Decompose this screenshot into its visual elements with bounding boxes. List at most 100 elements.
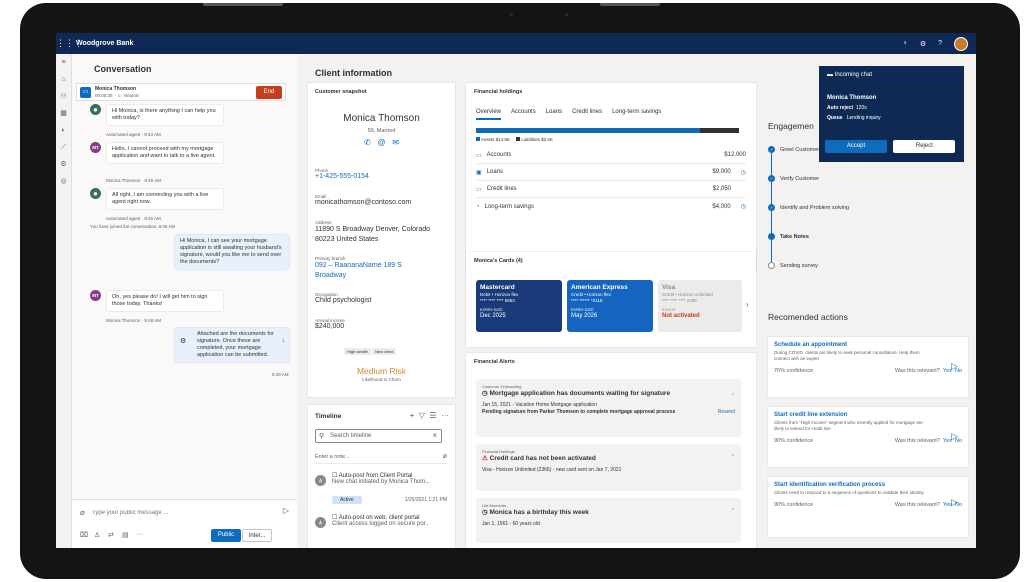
client-age: 59, Married bbox=[367, 128, 396, 134]
attachment-bubble[interactable]: ⚙ Attached are the documents for signatu… bbox=[174, 327, 290, 363]
tab-credit-lines[interactable]: Credit lines bbox=[572, 109, 602, 120]
timeline-item-title[interactable]: ☐ Auto-post on web: client portal bbox=[332, 514, 429, 521]
tab-overview[interactable]: Overview bbox=[476, 109, 502, 120]
holdings-row[interactable]: ▭ Credit lines $2,050 bbox=[476, 181, 746, 198]
alert-item[interactable]: Life Moments ◷ Monica has a birthday thi… bbox=[476, 498, 741, 543]
holdings-row[interactable]: ◔ Long-term savings $4,000 ◷ bbox=[476, 198, 746, 215]
search-placeholder: Search timeline bbox=[330, 433, 372, 439]
holdings-row[interactable]: ▭ Accounts $12,000 bbox=[476, 147, 746, 164]
popup-title: Incoming chat bbox=[834, 72, 873, 78]
holdings-title: Financial holdings bbox=[474, 89, 523, 95]
payment-card[interactable]: Mastercard Debit • Horizon flex **** **** … bbox=[476, 280, 562, 332]
person-icon[interactable]: ♙ bbox=[94, 531, 100, 539]
payment-card[interactable]: American Express Credit • Horizon flex ***… bbox=[567, 280, 653, 332]
mail-icon[interactable]: ✉ bbox=[392, 138, 399, 147]
at-icon[interactable]: @ bbox=[377, 138, 385, 147]
tab-loans[interactable]: Loans bbox=[546, 109, 562, 120]
download-icon[interactable]: ↓ bbox=[282, 337, 286, 344]
alert-item[interactable]: Financial Holdings ⚠ Credit card has not… bbox=[476, 444, 741, 491]
attach-icon[interactable]: ⌀ bbox=[443, 452, 447, 460]
more-icon[interactable]: ··· bbox=[136, 531, 143, 538]
chevron-right-icon[interactable]: › bbox=[746, 300, 749, 309]
notes-icon[interactable]: ▤ bbox=[122, 531, 129, 539]
resend-link[interactable]: Resend bbox=[718, 409, 735, 416]
reject-button[interactable]: Reject bbox=[893, 140, 956, 153]
caller-name: Monica Thomson bbox=[95, 86, 137, 92]
phone-value[interactable]: +1-425-555-0154 bbox=[315, 173, 369, 180]
timeline-avatar: ♙ bbox=[315, 517, 326, 528]
pending-step-icon bbox=[768, 262, 775, 269]
send-icon[interactable]: ▷ bbox=[283, 506, 289, 515]
queue-value: Lending inquiry bbox=[846, 115, 881, 121]
holdings-row[interactable]: ▣ Loans $9,000 ◷ bbox=[476, 164, 746, 181]
engagement-title: Engagemen bbox=[768, 121, 814, 131]
savings-icon: ◔ bbox=[476, 203, 480, 210]
branch-value[interactable]: 092 – RaananaName 189 S Broadway bbox=[315, 261, 415, 281]
avatar[interactable] bbox=[954, 36, 968, 51]
message-input[interactable] bbox=[92, 506, 262, 520]
more-icon[interactable]: ··· bbox=[441, 411, 449, 420]
user-avatar: MT bbox=[90, 142, 101, 153]
client-info-title: Client information bbox=[315, 68, 392, 78]
send-icon: ▷ bbox=[951, 431, 958, 441]
info-icon: ◷ bbox=[740, 169, 746, 176]
paperclip-icon[interactable]: ⌀ bbox=[80, 508, 85, 517]
settings-icon[interactable]: ⚙ bbox=[56, 156, 71, 173]
conversation-title: Conversation bbox=[94, 64, 152, 74]
add-icon[interactable]: + bbox=[410, 411, 415, 420]
recommendation-card[interactable]: Start credit line extension Clients from… bbox=[768, 407, 968, 467]
internal-toggle[interactable]: Inter... bbox=[242, 529, 272, 542]
chat-icon: ▭ bbox=[80, 87, 91, 98]
chevron-up-icon: ⌃ bbox=[730, 508, 735, 514]
engagement-step[interactable]: Sending survey bbox=[768, 262, 818, 269]
accept-button[interactable]: Accept bbox=[825, 140, 887, 153]
timeline-card: Timeline + ▽ ☰ ··· ⚲ Search timeline × E… bbox=[308, 405, 455, 548]
message-meta: Monica Thomson · 9:48 AM bbox=[106, 318, 161, 323]
tab-accounts[interactable]: Accounts bbox=[511, 109, 536, 120]
send-icon: ▷ bbox=[951, 497, 958, 507]
recommendation-card[interactable]: Start identification verification proces… bbox=[768, 477, 968, 537]
people-icon[interactable]: ⚇ bbox=[56, 88, 71, 105]
camera bbox=[510, 13, 513, 16]
grid-icon[interactable]: ▦ bbox=[56, 105, 71, 122]
tab-long-term-savings[interactable]: Long-term savings bbox=[612, 109, 661, 120]
payment-card[interactable]: Visa Credit • Horizon unlimited **** **** … bbox=[658, 280, 742, 332]
public-toggle[interactable]: Public bbox=[211, 529, 241, 542]
chart-icon[interactable]: ⟋ bbox=[56, 139, 71, 156]
gear-icon[interactable]: ⚙ bbox=[920, 40, 926, 48]
sort-icon[interactable]: ☰ bbox=[429, 411, 436, 420]
engagement-step[interactable]: ✓ Verify Customer bbox=[768, 175, 819, 182]
timeline-item-sub: New chat initiated by Monica Thom... bbox=[332, 479, 431, 485]
engagement-step[interactable]: ✓ Identify and Problem solving bbox=[768, 204, 849, 211]
user-avatar: MT bbox=[90, 290, 101, 301]
call-timer: 00:00:35 bbox=[95, 93, 113, 98]
clear-icon[interactable]: × bbox=[432, 431, 437, 440]
email-value: monicathomson@contoso.com bbox=[315, 199, 412, 206]
transfer-icon[interactable]: ⇄ bbox=[108, 531, 114, 539]
end-button[interactable]: End bbox=[256, 86, 282, 99]
phone-icon[interactable]: ✆ bbox=[364, 138, 371, 147]
engagement-step[interactable]: Take Notes bbox=[768, 233, 809, 240]
globe-icon[interactable]: ◐ bbox=[56, 122, 71, 139]
lightbulb-icon[interactable]: ♀ bbox=[903, 40, 908, 47]
alert-item[interactable]: Customer Onboarding ◷ Mortgage applicati… bbox=[476, 379, 741, 437]
waffle-icon[interactable]: ⋮⋮⋮ bbox=[56, 38, 83, 49]
menu-icon[interactable]: ≡ bbox=[56, 54, 71, 71]
home-icon[interactable]: ⌂ bbox=[56, 71, 71, 88]
target-icon[interactable]: ◎ bbox=[56, 173, 71, 190]
warning-icon: ⚠ bbox=[482, 455, 490, 462]
bot-avatar: ◉ bbox=[90, 188, 101, 199]
sentiment-icon: ☺ bbox=[117, 93, 122, 98]
loan-icon: ▣ bbox=[476, 169, 482, 176]
timeline-item-title[interactable]: ☐ Auto-post from Client Portal bbox=[332, 472, 430, 479]
quick-replies-icon[interactable]: ⌧ bbox=[80, 531, 88, 539]
chevron-up-icon: ⌃ bbox=[730, 393, 735, 399]
note-input[interactable]: Enter a note... bbox=[315, 454, 350, 460]
assets-fill bbox=[476, 128, 701, 133]
help-icon[interactable]: ? bbox=[938, 40, 942, 47]
timeline-search[interactable]: ⚲ Search timeline × bbox=[315, 429, 442, 443]
contact-icons: ✆ @ ✉ bbox=[308, 138, 455, 147]
recommendation-card[interactable]: Schedule an appointment During COVID, cl… bbox=[768, 337, 968, 397]
filter-icon[interactable]: ▽ bbox=[419, 411, 425, 420]
engagement-step[interactable]: ✓ Greet Customer bbox=[768, 146, 819, 153]
